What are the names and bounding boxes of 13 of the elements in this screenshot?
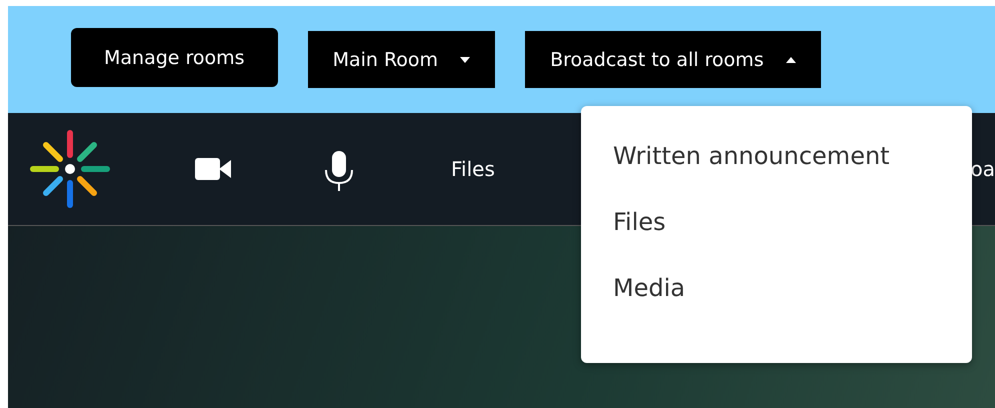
caret-icon	[786, 56, 796, 62]
dropdown-button[interactable]: Broadcast to all rooms	[525, 31, 821, 88]
caret-icon	[460, 56, 470, 62]
toolbar-label[interactable]: oa	[970, 157, 995, 181]
manage-rooms-button[interactable]: Manage rooms	[71, 28, 278, 87]
menu-item[interactable]: Written announcement	[581, 138, 972, 204]
menu-item[interactable]: Files	[581, 204, 972, 270]
files-tab[interactable]: Files	[451, 157, 495, 181]
microphone-icon[interactable]	[324, 150, 354, 192]
video-camera-icon[interactable]	[195, 157, 231, 181]
logo-icon	[29, 128, 111, 210]
dropdown-button[interactable]: Main Room	[308, 31, 496, 88]
menu-item[interactable]: Media	[581, 270, 972, 336]
